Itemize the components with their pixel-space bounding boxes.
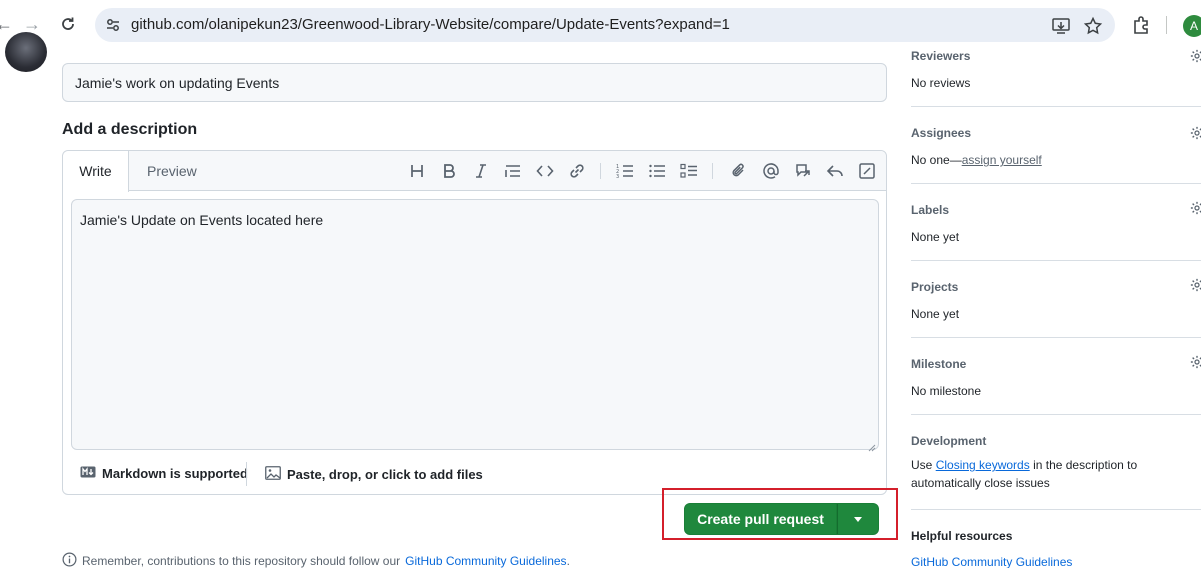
assignees-gear-icon[interactable]	[1190, 126, 1201, 140]
sidebar-divider	[911, 260, 1201, 261]
attach-files-note[interactable]: Paste, drop, or click to add files	[265, 466, 483, 483]
pr-title-input[interactable]: Jamie's work on updating Events	[62, 63, 887, 102]
markdown-icon	[80, 466, 96, 481]
image-icon	[265, 466, 281, 483]
reviewers-value: No reviews	[911, 76, 971, 90]
task-list-icon[interactable]	[680, 162, 698, 180]
reply-icon[interactable]	[826, 162, 844, 180]
profile-avatar[interactable]: A	[1183, 15, 1201, 37]
closing-keywords-link[interactable]: Closing keywords	[936, 458, 1030, 472]
mention-icon[interactable]	[762, 162, 780, 180]
milestone-value: No milestone	[911, 384, 982, 398]
helpful-guidelines-link[interactable]: GitHub Community Guidelines	[911, 555, 1072, 568]
create-pull-request-button[interactable]: Create pull request	[684, 503, 837, 535]
notice-period: .	[566, 554, 570, 568]
bookmark-star-icon[interactable]	[1083, 16, 1103, 36]
sidebar-divider	[911, 509, 1201, 510]
quote-icon[interactable]	[504, 162, 522, 180]
reviewers-section: Reviewers No reviews	[911, 49, 1201, 90]
development-value: Use Closing keywords in the description …	[911, 456, 1191, 492]
code-icon[interactable]	[536, 162, 554, 180]
fullscreen-icon[interactable]	[858, 162, 876, 180]
development-section: Development Use Closing keywords in the …	[911, 434, 1191, 492]
tab-preview[interactable]: Preview	[147, 151, 197, 191]
sidebar-divider	[911, 414, 1201, 415]
development-text-before: Use	[911, 458, 936, 472]
back-icon[interactable]: ←	[0, 12, 16, 36]
milestone-title[interactable]: Milestone	[911, 357, 1201, 371]
assignees-value: No one—assign yourself	[911, 153, 1201, 167]
tab-write[interactable]: Write	[63, 151, 129, 192]
svg-text:3: 3	[616, 174, 619, 180]
description-editor: Write Preview 123 Jamie's Update on Even…	[62, 150, 887, 495]
projects-title[interactable]: Projects	[911, 280, 1201, 294]
projects-section: Projects None yet	[911, 280, 1201, 321]
helpful-resources-section: Helpful resources GitHub Community Guide…	[911, 529, 1201, 568]
link-icon[interactable]	[568, 162, 586, 180]
labels-section: Labels None yet	[911, 203, 1201, 244]
projects-gear-icon[interactable]	[1190, 278, 1201, 292]
toolbar-separator	[712, 163, 713, 179]
sidebar-divider	[911, 183, 1201, 184]
development-title: Development	[911, 434, 987, 448]
footer-separator	[246, 462, 247, 486]
resize-handle-icon[interactable]	[868, 439, 876, 452]
bold-icon[interactable]	[440, 162, 458, 180]
install-app-icon[interactable]	[1051, 16, 1071, 36]
toolbar-separator	[600, 163, 601, 179]
projects-value: None yet	[911, 307, 960, 321]
attach-files-label: Paste, drop, or click to add files	[287, 467, 483, 482]
assign-yourself-link[interactable]: assign yourself	[962, 153, 1042, 167]
italic-icon[interactable]	[472, 162, 490, 180]
description-heading: Add a description	[62, 121, 198, 138]
reviewers-title[interactable]: Reviewers	[911, 49, 1201, 63]
chevron-down-icon	[854, 517, 862, 522]
browser-toolbar: ← → github.com/olanipekun23/Greenwood-Li…	[0, 0, 1201, 50]
community-guidelines-link[interactable]: GitHub Community Guidelines	[405, 554, 566, 568]
extensions-icon[interactable]	[1131, 14, 1153, 36]
editor-toolbar: Write Preview 123	[63, 151, 886, 192]
ordered-list-icon[interactable]: 123	[616, 162, 634, 180]
avatar	[5, 32, 47, 72]
info-icon	[62, 552, 77, 568]
reload-icon[interactable]	[56, 12, 80, 36]
sidebar-divider	[911, 337, 1201, 338]
site-settings-icon[interactable]	[105, 17, 121, 33]
labels-gear-icon[interactable]	[1190, 201, 1201, 215]
helpful-resources-title: Helpful resources	[911, 529, 1013, 543]
unordered-list-icon[interactable]	[648, 162, 666, 180]
assignees-title[interactable]: Assignees	[911, 126, 1201, 140]
assignees-section: Assignees No one—assign yourself	[911, 126, 1201, 167]
attach-icon[interactable]	[730, 162, 748, 180]
reviewers-gear-icon[interactable]	[1190, 49, 1201, 63]
contribution-notice-text: Remember, contributions to this reposito…	[82, 554, 401, 568]
address-bar[interactable]: github.com/olanipekun23/Greenwood-Librar…	[95, 8, 1115, 42]
labels-value: None yet	[911, 230, 960, 244]
milestone-section: Milestone No milestone	[911, 357, 1201, 398]
url-text[interactable]: github.com/olanipekun23/Greenwood-Librar…	[131, 16, 730, 33]
toolbar-divider	[1166, 16, 1167, 34]
markdown-note[interactable]: Markdown is supported	[80, 466, 248, 481]
labels-title[interactable]: Labels	[911, 203, 1201, 217]
description-text: Jamie's Update on Events located here	[80, 212, 324, 228]
sidebar-divider	[911, 106, 1201, 107]
contribution-notice: Remember, contributions to this reposito…	[62, 552, 570, 568]
assignees-prefix: No one—	[911, 153, 962, 167]
milestone-gear-icon[interactable]	[1190, 355, 1201, 369]
markdown-note-label: Markdown is supported	[102, 466, 248, 481]
heading-icon[interactable]	[408, 162, 426, 180]
create-pr-options-button[interactable]	[837, 503, 879, 535]
cross-reference-icon[interactable]	[794, 162, 812, 180]
description-textarea[interactable]: Jamie's Update on Events located here	[71, 199, 879, 452]
